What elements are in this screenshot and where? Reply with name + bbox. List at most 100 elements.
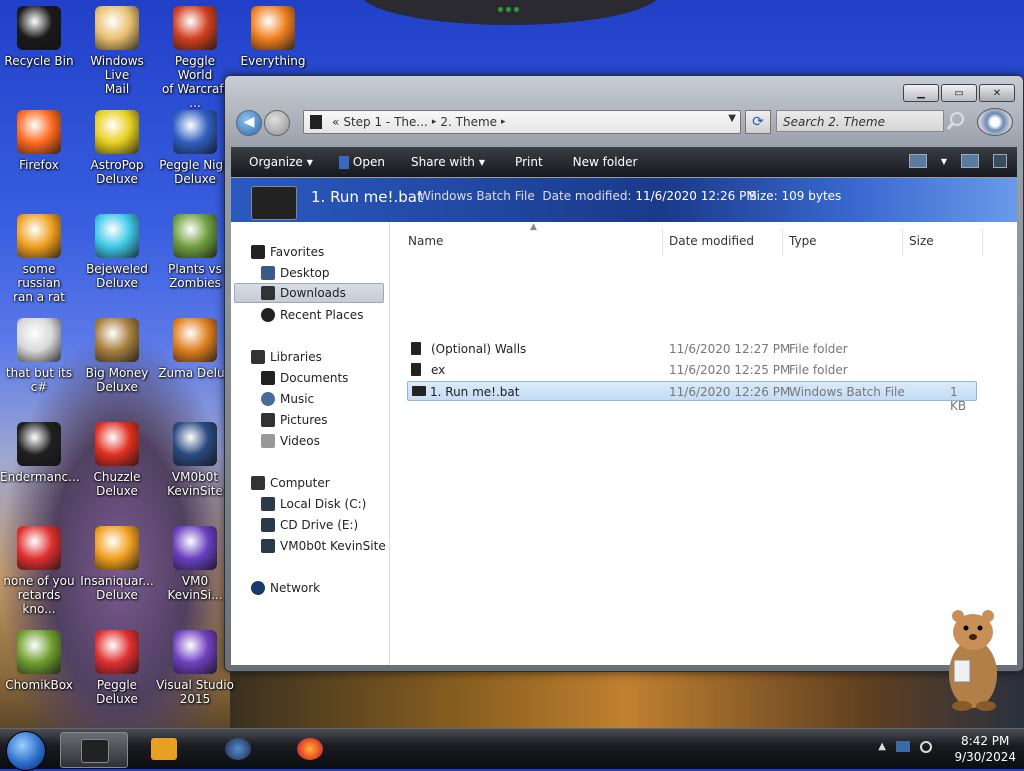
change-view-icon[interactable] — [908, 154, 927, 168]
minimize-button[interactable]: ▁ — [903, 84, 939, 102]
desktop-icon-item[interactable]: that but its c# — [0, 318, 78, 394]
details-modified: 11/6/2020 12:26 PM — [635, 189, 757, 203]
desktop-icon-label: Zuma Delux — [158, 366, 232, 380]
open-label: Open — [352, 155, 385, 169]
file-name: (Optional) Walls — [431, 342, 527, 356]
desktop-icon-item[interactable]: VM0 KevinSi... — [156, 526, 234, 602]
forward-button[interactable] — [264, 110, 290, 136]
desktop-icon-label: Chuzzle Deluxe — [93, 470, 141, 498]
column-divider[interactable] — [902, 228, 903, 256]
breadcrumb-separator[interactable]: ▸ — [432, 117, 437, 127]
column-type[interactable]: Type — [789, 234, 817, 248]
desktop-icon-label: Recycle Bin — [4, 54, 74, 68]
preview-pane-icon[interactable] — [961, 154, 979, 168]
nav-favorites[interactable]: Favorites — [251, 242, 324, 262]
network-icon[interactable] — [896, 741, 910, 752]
column-divider[interactable] — [982, 228, 983, 256]
desktop-icon-item[interactable]: Bejeweled Deluxe — [78, 214, 156, 290]
desktop-icon-label: VM0 KevinSi... — [167, 574, 223, 602]
start-button[interactable] — [6, 731, 46, 771]
explorer-window[interactable]: ▁ ▭ ✕ ◀ « Step 1 - The... ▸ 2. Theme ▸ ▼… — [224, 75, 1024, 672]
search-input[interactable]: Search 2. Theme — [776, 110, 944, 132]
desktop-icon-item[interactable]: Zuma Delux — [156, 318, 234, 380]
column-size[interactable]: Size — [909, 234, 934, 248]
show-hidden-icons-button[interactable]: ▲ — [878, 741, 886, 753]
file-row[interactable]: ex 11/6/2020 12:25 PM File folder — [407, 360, 977, 380]
taskbar-internet-explorer-button[interactable] — [205, 732, 271, 766]
details-pane: 1. Run me!.bat Windows Batch File Date m… — [231, 178, 1017, 222]
folder-icon — [411, 342, 421, 355]
open-button[interactable]: Open — [338, 155, 385, 169]
desktop-icon-item[interactable]: some russian ran a rat — [0, 214, 78, 304]
chevron-down-icon[interactable]: ▼ — [728, 113, 736, 124]
desktop-icon-item[interactable]: AstroPop Deluxe — [78, 110, 156, 186]
nav-computer[interactable]: Computer — [251, 473, 330, 493]
nav-local-disk[interactable]: Local Disk (C:) — [261, 494, 366, 514]
nav-music[interactable]: Music — [261, 389, 314, 409]
share-with-button[interactable]: Share with ▼ — [411, 155, 485, 169]
breadcrumb-theme[interactable]: 2. Theme — [440, 115, 497, 129]
nav-recent-places[interactable]: Recent Places — [261, 305, 363, 325]
chevron-down-icon[interactable]: ▼ — [941, 157, 947, 166]
desktop-icon-item[interactable]: Visual Studio 2015 — [156, 630, 234, 706]
nav-cd-drive[interactable]: CD Drive (E:) — [261, 515, 358, 535]
file-row[interactable]: (Optional) Walls 11/6/2020 12:27 PM File… — [407, 339, 977, 359]
desktop-icon-label: Bejeweled Deluxe — [86, 262, 148, 290]
help-icon[interactable] — [993, 154, 1007, 168]
hamster-mascot-image[interactable] — [940, 602, 1006, 714]
nav-desktop[interactable]: Desktop — [261, 263, 330, 283]
desktop-icon-item[interactable]: Firefox — [0, 110, 78, 172]
system-tray: ▲ — [878, 741, 932, 753]
desktop-icon-item[interactable]: Recycle Bin — [0, 6, 78, 68]
column-divider[interactable] — [782, 228, 783, 256]
nav-pictures[interactable]: Pictures — [261, 410, 328, 430]
desktop-icon-item[interactable]: Windows Live Mail — [78, 6, 156, 96]
back-button[interactable]: ◀ — [236, 110, 262, 136]
desktop-icon-item[interactable]: Peggle World of Warcraft ... — [156, 6, 234, 110]
desktop-icon-item[interactable]: Chuzzle Deluxe — [78, 422, 156, 498]
nav-videos[interactable]: Videos — [261, 431, 320, 451]
desktop-icon-label: VM0b0t KevinSite — [167, 470, 223, 498]
print-button[interactable]: Print — [515, 155, 543, 169]
close-button[interactable]: ✕ — [979, 84, 1015, 102]
breadcrumb-separator[interactable]: ▸ — [501, 117, 506, 127]
taskbar-media-player-button[interactable] — [131, 732, 197, 766]
nav-network[interactable]: Network — [251, 578, 320, 598]
desktop-icon-item[interactable]: Big Money Deluxe — [78, 318, 156, 394]
desktop-icon-item[interactable]: Plants vs Zombies — [156, 214, 234, 290]
column-name[interactable]: Name — [408, 234, 443, 248]
desktop-icon-item[interactable]: ChomikBox — [0, 630, 78, 692]
clock[interactable]: 8:42 PM 9/30/2024 — [954, 733, 1016, 765]
new-folder-button[interactable]: New folder — [573, 155, 638, 169]
taskbar-firefox-button[interactable] — [277, 732, 343, 766]
taskbar-explorer-button[interactable] — [60, 732, 128, 768]
desktop-icon-item[interactable]: Insaniquar... Deluxe — [78, 526, 156, 602]
nav-vm-share[interactable]: VM0b0t KevinSite — [261, 536, 386, 556]
column-date-modified[interactable]: Date modified — [669, 234, 754, 248]
desktop-icon-item[interactable]: Peggle Deluxe — [78, 630, 156, 706]
desktop-icon-label: Peggle World of Warcraft ... — [161, 54, 229, 110]
desktop-icon-item[interactable]: none of you retards kno... — [0, 526, 78, 616]
desktop-icon-item[interactable]: Endermanc... — [0, 422, 80, 484]
search-icon[interactable] — [945, 110, 967, 132]
column-divider[interactable] — [662, 228, 663, 256]
nav-downloads[interactable]: Downloads — [234, 283, 384, 303]
desktop-icon-item[interactable]: Peggle Nigh Deluxe — [156, 110, 234, 186]
volume-icon[interactable] — [920, 741, 932, 753]
nav-documents[interactable]: Documents — [261, 368, 348, 388]
libraries-icon — [251, 350, 265, 364]
clock-date: 9/30/2024 — [954, 750, 1016, 764]
desktop-icon-item[interactable]: VM0b0t KevinSite — [156, 422, 234, 498]
nav-libraries[interactable]: Libraries — [251, 347, 322, 367]
organize-button[interactable]: Organize ▼ — [249, 155, 313, 169]
desktop-icon-item[interactable]: Everything — [234, 6, 312, 68]
refresh-button[interactable]: ⟳ — [745, 110, 771, 134]
breadcrumb-overflow[interactable]: « — [332, 115, 339, 129]
maximize-button[interactable]: ▭ — [941, 84, 977, 102]
app-icon — [173, 630, 217, 674]
address-bar[interactable]: « Step 1 - The... ▸ 2. Theme ▸ ▼ — [303, 110, 741, 134]
app-icon — [17, 6, 61, 50]
file-row-selected[interactable]: 1. Run me!.bat 11/6/2020 12:26 PM Window… — [407, 381, 977, 413]
breadcrumb-step1[interactable]: Step 1 - The... — [343, 115, 428, 129]
share-with-label: Share with — [410, 155, 475, 169]
